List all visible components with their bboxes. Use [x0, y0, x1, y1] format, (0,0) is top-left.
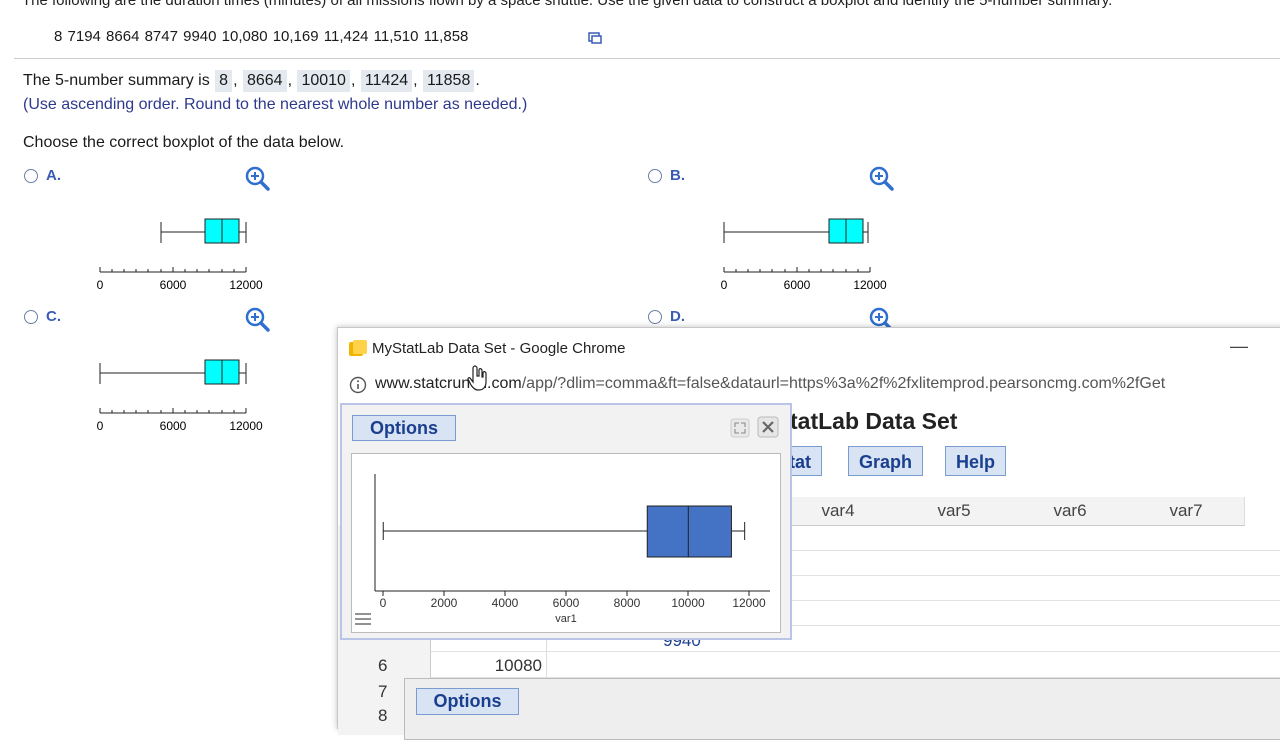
answer-max[interactable]: 11858: [423, 70, 475, 92]
tick-label: 0: [97, 419, 104, 433]
answer-q1[interactable]: 8664: [242, 70, 287, 92]
row-index: 8: [378, 706, 388, 725]
cell-value[interactable]: 10080: [458, 656, 542, 676]
radio-b[interactable]: [648, 168, 662, 183]
summary-prefix: The 5-number summary is: [23, 72, 210, 89]
lower-options-window[interactable]: [404, 678, 1280, 740]
app-icon: [349, 340, 367, 356]
tick-label: 12000: [229, 419, 263, 433]
tick-label: 0: [721, 278, 728, 292]
zoom-icon[interactable]: [244, 306, 270, 332]
column-header[interactable]: var4: [780, 497, 897, 526]
zoom-icon[interactable]: [868, 165, 894, 191]
choose-text: Choose the correct boxplot of the data b…: [23, 134, 345, 151]
x-tick-label: 12000: [732, 596, 766, 610]
menu-graph-button[interactable]: Graph: [848, 446, 924, 476]
tick-label: 6000: [160, 278, 187, 292]
row-index: 6: [378, 656, 388, 675]
x-tick-label: 6000: [553, 596, 580, 610]
column-header[interactable]: var7: [1128, 497, 1245, 526]
box-iqr: [646, 505, 732, 558]
answer-q3[interactable]: 11424: [360, 70, 413, 92]
graph-options-button[interactable]: Options: [352, 415, 456, 441]
copy-icon[interactable]: [588, 32, 602, 44]
x-tick-label: 10000: [671, 596, 705, 610]
window-title: MyStatLab Data Set - Google Chrome: [372, 340, 626, 357]
option-b[interactable]: B.: [648, 167, 685, 184]
answer-median[interactable]: 10010: [297, 70, 350, 92]
tick-label: 12000: [853, 278, 887, 292]
boxplot-svg: 0 2000 4000 6000 8000 10000 12000 var1: [374, 474, 770, 625]
radio-d[interactable]: [648, 309, 662, 324]
close-icon[interactable]: [757, 416, 779, 438]
x-axis-label: var1: [555, 613, 576, 625]
option-d-label: D.: [670, 308, 685, 325]
option-a-label: A.: [46, 167, 61, 184]
option-a[interactable]: A.: [24, 167, 61, 184]
tick-label: 6000: [784, 278, 811, 292]
url-text[interactable]: www.statcrunch.com/app/?dlim=comma&ft=fa…: [375, 375, 1165, 393]
url-path: /app/?dlim=comma&ft=false&dataurl=https%…: [521, 375, 1166, 392]
radio-c[interactable]: [24, 309, 38, 324]
question-intro: The following are the duration times (mi…: [22, 0, 1113, 9]
radio-a[interactable]: [24, 168, 38, 183]
boxplot-b: 0 6000 12000: [721, 218, 887, 292]
tick-label: 12000: [229, 278, 263, 292]
info-icon[interactable]: [349, 376, 367, 394]
boxplot-c: 0 6000 12000: [97, 359, 263, 433]
tick-label: 6000: [160, 419, 187, 433]
mouse-cursor-icon: [467, 365, 487, 391]
boxplot-chart: 0 2000 4000 6000 8000 10000 12000 var1: [351, 453, 781, 633]
hint-text: (Use ascending order. Round to the neare…: [23, 96, 528, 113]
x-tick-label: 8000: [614, 596, 641, 610]
row-index: 7: [378, 682, 388, 701]
option-b-label: B.: [670, 167, 685, 184]
tick-label: 0: [97, 278, 104, 292]
hamburger-menu-icon[interactable]: [354, 612, 372, 626]
url-host: www.statcrunch.com: [375, 375, 522, 392]
x-tick-label: 4000: [492, 596, 519, 610]
option-d[interactable]: D.: [648, 308, 685, 325]
answer-min[interactable]: 8: [215, 70, 233, 92]
summary-line: The 5-number summary is 8, 8664, 10010, …: [23, 70, 480, 92]
option-c[interactable]: C.: [24, 308, 61, 325]
lower-options-button[interactable]: Options: [416, 688, 519, 715]
app-title: tatLab Data Set: [790, 408, 958, 434]
x-tick-label: 0: [380, 596, 387, 610]
minimize-button[interactable]: —: [1230, 336, 1248, 357]
expand-icon[interactable]: [730, 418, 750, 438]
boxplot-a: 0 6000 12000: [97, 218, 263, 292]
data-values: 8 7194 8664 8747 9940 10,080 10,169 11,4…: [54, 28, 469, 45]
option-c-label: C.: [46, 308, 61, 325]
divider: [14, 58, 1280, 59]
column-header[interactable]: var6: [1012, 497, 1129, 526]
x-tick-label: 2000: [431, 596, 458, 610]
zoom-icon[interactable]: [244, 165, 270, 191]
column-header[interactable]: var5: [896, 497, 1013, 526]
menu-help-button[interactable]: Help: [945, 446, 1007, 476]
